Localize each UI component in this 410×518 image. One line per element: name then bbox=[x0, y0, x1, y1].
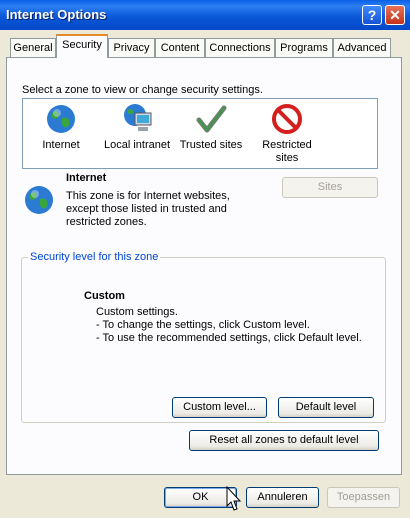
default-level-button[interactable]: Default level bbox=[278, 397, 374, 418]
intranet-icon bbox=[124, 104, 152, 131]
question-icon: ? bbox=[367, 7, 377, 23]
restricted-icon bbox=[272, 104, 302, 134]
help-button[interactable]: ? bbox=[362, 5, 382, 25]
tab-strip: General Security Privacy Content Connect… bbox=[0, 34, 410, 58]
tab-programs[interactable]: Programs bbox=[275, 38, 333, 57]
description-line: restricted zones. bbox=[66, 216, 147, 228]
window-title: Internet Options bbox=[6, 7, 107, 22]
zone-instruction: Select a zone to view or change security… bbox=[22, 84, 263, 96]
selected-zone-description: This zone is for Internet websites, exce… bbox=[66, 190, 230, 229]
tab-content[interactable]: Content bbox=[155, 38, 205, 57]
description-line: This zone is for Internet websites, bbox=[66, 190, 230, 202]
description-line: - To use the recommended settings, click… bbox=[96, 332, 362, 344]
tab-advanced[interactable]: Advanced bbox=[333, 38, 391, 57]
close-icon: ✕ bbox=[389, 7, 401, 23]
reset-all-zones-button[interactable]: Reset all zones to default level bbox=[189, 430, 379, 451]
zone-label-line: Restricted bbox=[262, 139, 312, 151]
tab-general[interactable]: General bbox=[10, 38, 56, 57]
title-bar[interactable]: Internet Options ? ✕ bbox=[0, 0, 410, 30]
description-line: - To change the settings, click Custom l… bbox=[96, 319, 310, 331]
zone-label: Local intranet bbox=[103, 139, 171, 151]
checkmark-icon bbox=[196, 105, 227, 133]
description-line: Custom settings. bbox=[96, 306, 178, 318]
close-button[interactable]: ✕ bbox=[385, 5, 405, 25]
globe-icon bbox=[47, 105, 75, 133]
selected-zone-name: Internet bbox=[66, 172, 107, 184]
tab-connections[interactable]: Connections bbox=[205, 38, 275, 57]
tab-privacy[interactable]: Privacy bbox=[108, 38, 155, 57]
sites-button[interactable]: Sites bbox=[282, 177, 378, 198]
apply-button[interactable]: Toepassen bbox=[327, 487, 400, 508]
zone-list[interactable]: Internet Local intranet Trusted sites Re… bbox=[22, 98, 378, 169]
cancel-button[interactable]: Annuleren bbox=[246, 487, 319, 508]
selected-zone-globe-icon bbox=[25, 186, 53, 214]
zone-label-line: sites bbox=[275, 152, 299, 164]
custom-level-button[interactable]: Custom level... bbox=[172, 397, 267, 418]
security-level-legend: Security level for this zone bbox=[28, 251, 161, 263]
security-level-title: Custom bbox=[84, 290, 125, 302]
zone-label: Internet bbox=[42, 139, 80, 151]
security-level-description: Custom settings. - To change the setting… bbox=[96, 306, 362, 345]
mouse-cursor-icon bbox=[226, 486, 242, 511]
description-line: except those listed in trusted and bbox=[66, 203, 227, 215]
zone-label: Restricted sites bbox=[247, 139, 327, 165]
zone-label: Trusted sites bbox=[179, 139, 243, 151]
tab-security[interactable]: Security bbox=[56, 34, 108, 58]
